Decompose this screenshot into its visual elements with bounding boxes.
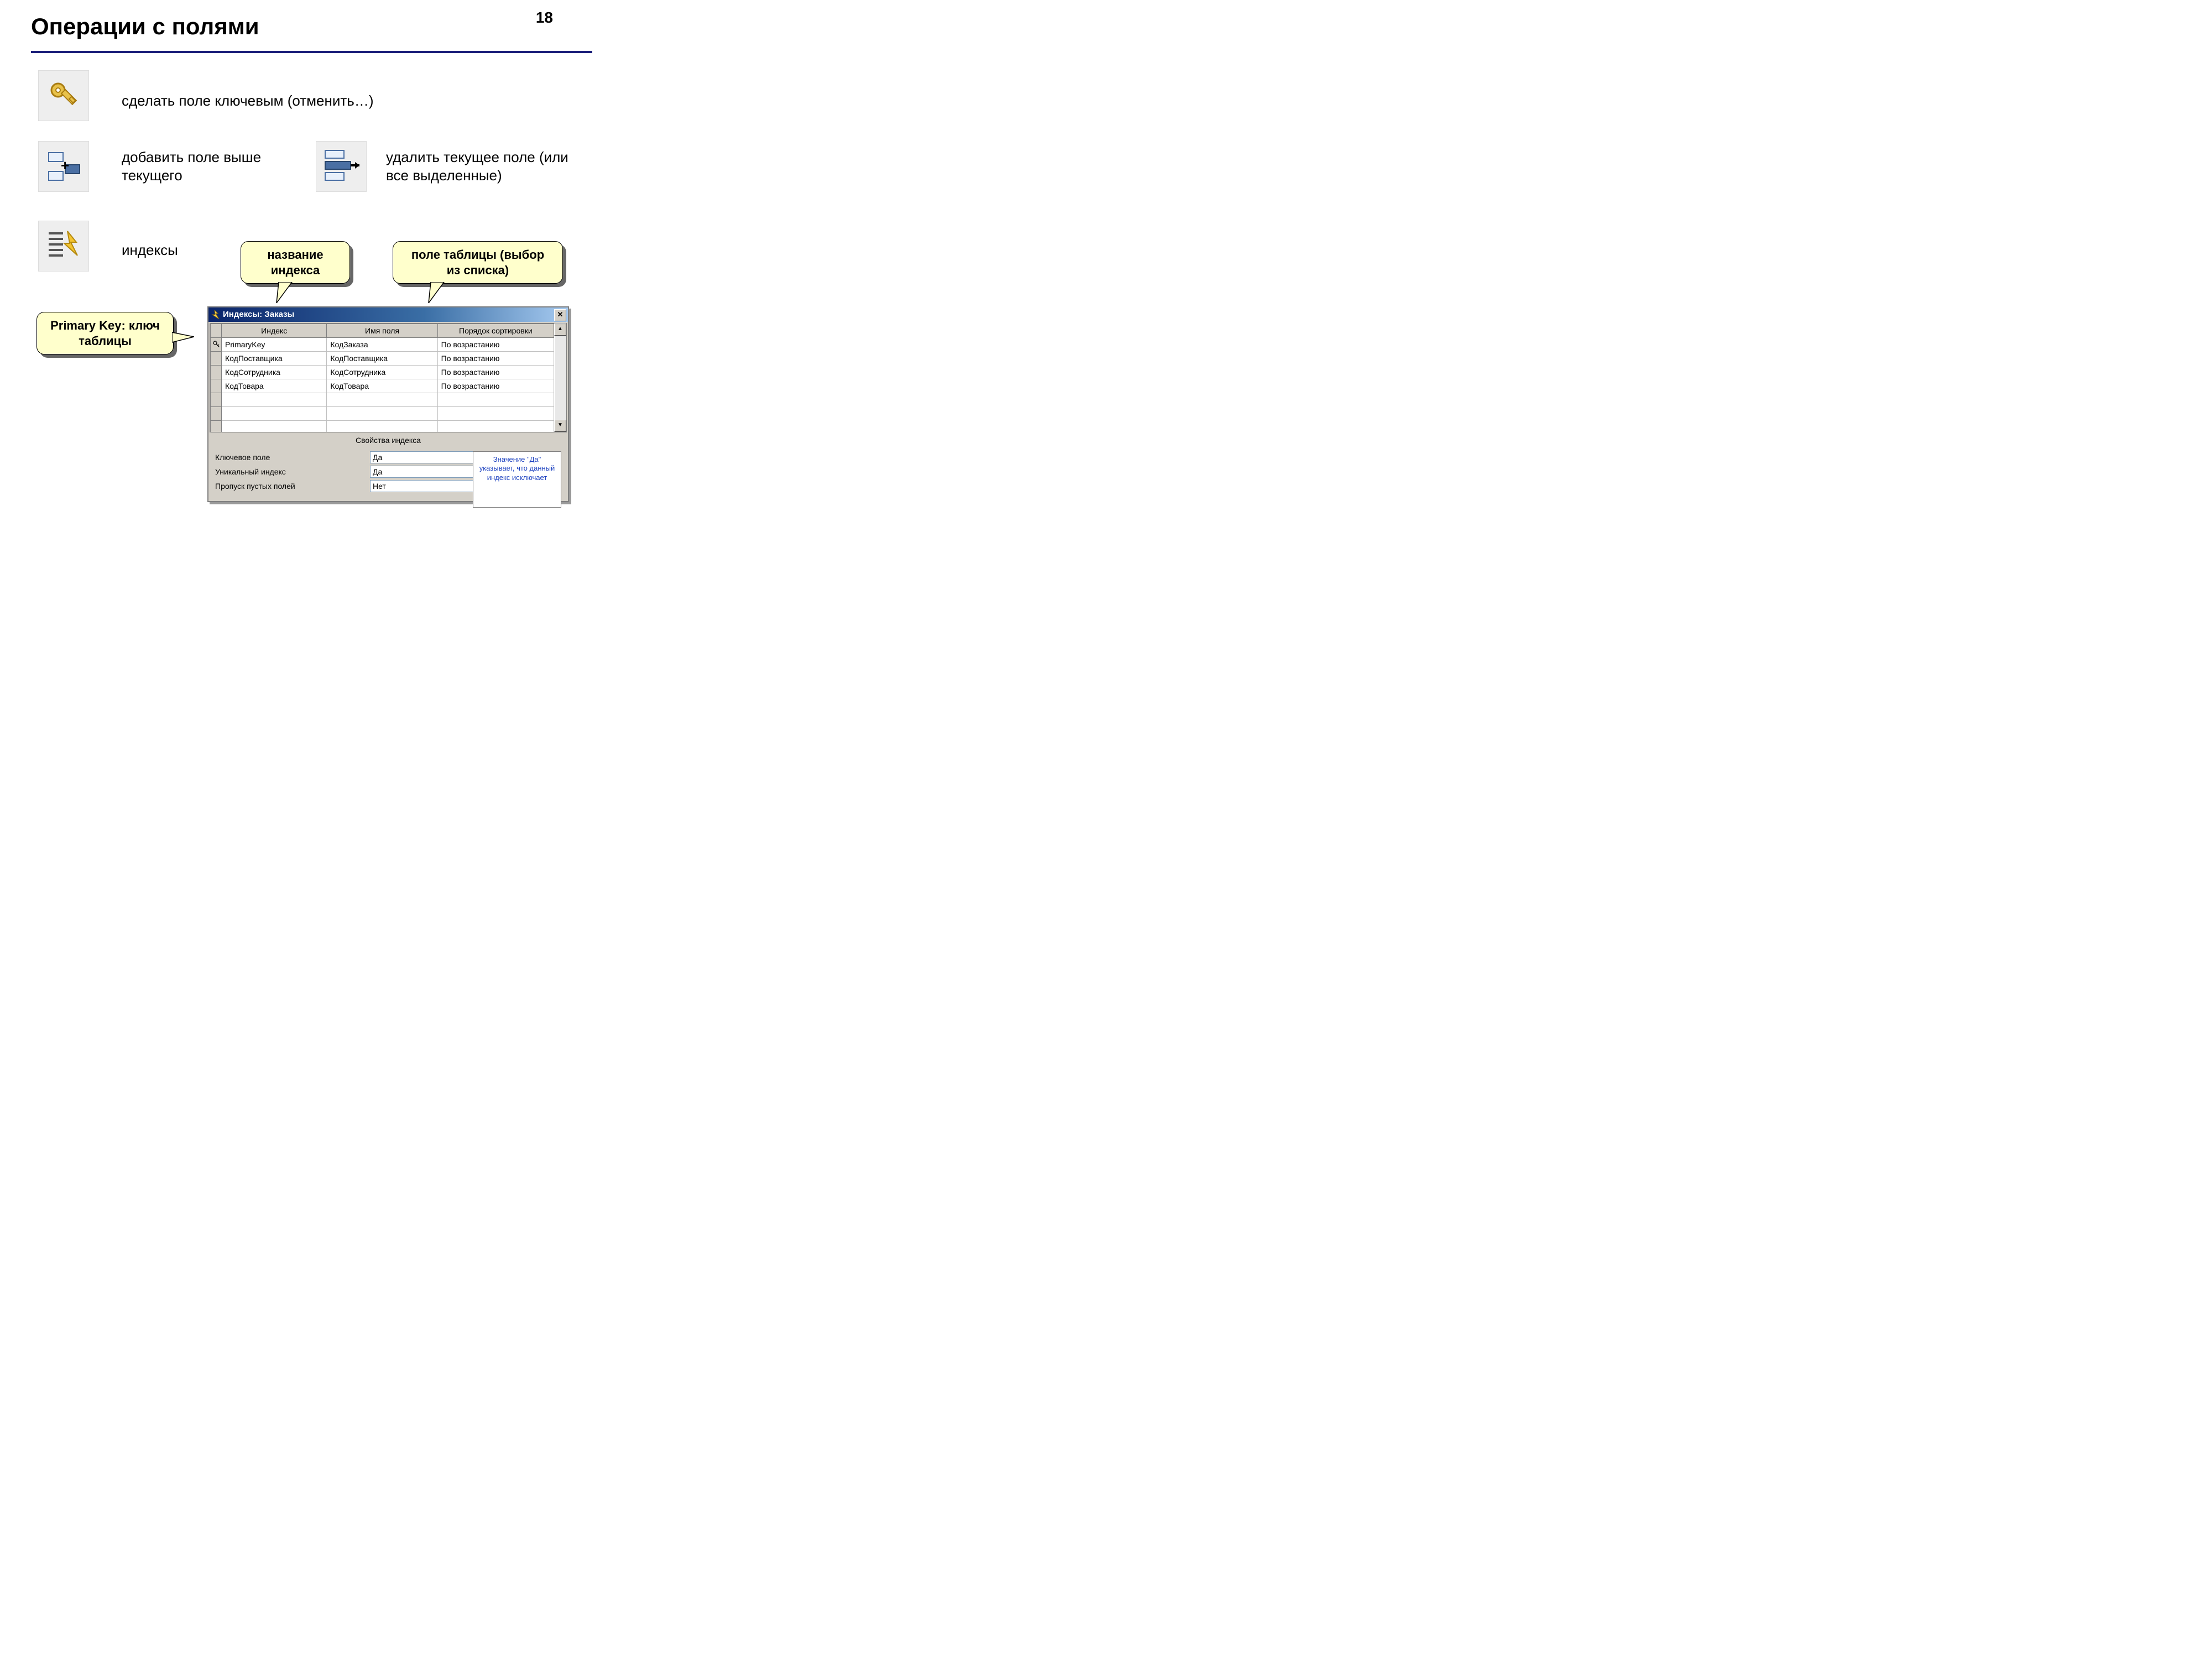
hint-box: Значение "Да" указывает, что данный инде… — [473, 451, 561, 508]
col-index[interactable]: Индекс — [222, 324, 327, 338]
op-delete-label: удалить текущее поле (или все выделенные… — [386, 148, 585, 184]
table-row[interactable] — [211, 421, 554, 433]
table-row[interactable]: КодПоставщикаКодПоставщикаПо возрастанию — [211, 352, 554, 366]
table-row[interactable] — [211, 393, 554, 407]
row-selector[interactable] — [211, 421, 222, 433]
scroll-down-button[interactable]: ▼ — [554, 420, 566, 432]
cell-field[interactable]: КодЗаказа — [327, 338, 437, 352]
cell-index[interactable]: КодПоставщика — [222, 352, 327, 366]
prop-value-input[interactable]: Да — [370, 451, 486, 463]
slide-title: Операции с полями — [31, 13, 259, 40]
cell-index[interactable]: КодТовара — [222, 379, 327, 393]
cell-order[interactable]: По возрастанию — [437, 366, 554, 379]
op-add-above-label: добавить поле выше текущего — [122, 148, 288, 184]
cell-field[interactable]: КодСотрудника — [327, 366, 437, 379]
callout-table-field: поле таблицы (выбор из списка) — [393, 241, 563, 284]
op-indexes-label: индексы — [122, 241, 178, 259]
prop-label: Пропуск пустых полей — [215, 482, 370, 491]
dialog-title: Индексы: Заказы — [223, 310, 294, 319]
cell-field[interactable] — [327, 407, 437, 421]
indexes-dialog: Индексы: Заказы ✕ Индекс Имя поля Порядо… — [207, 306, 569, 502]
indexes-icon[interactable] — [39, 221, 88, 271]
index-grid[interactable]: Индекс Имя поля Порядок сортировки Prima… — [210, 323, 567, 432]
col-order[interactable]: Порядок сортировки — [437, 324, 554, 338]
prop-value-dropdown[interactable]: Нет — [370, 480, 486, 492]
cell-index[interactable] — [222, 407, 327, 421]
cell-field[interactable] — [327, 421, 437, 433]
table-row[interactable]: PrimaryKeyКодЗаказаПо возрастанию — [211, 338, 554, 352]
cell-field[interactable]: КодТовара — [327, 379, 437, 393]
prop-label: Уникальный индекс — [215, 467, 370, 476]
cell-order[interactable]: По возрастанию — [437, 338, 554, 352]
insert-row-icon[interactable]: + — [39, 142, 88, 191]
cell-order[interactable] — [437, 393, 554, 407]
callout-primary-key-text: Primary Key: ключ таблицы — [50, 319, 160, 348]
cell-field[interactable]: КодПоставщика — [327, 352, 437, 366]
cell-index[interactable] — [222, 393, 327, 407]
key-icon[interactable] — [39, 71, 88, 121]
callout-index-name: название индекса — [241, 241, 350, 284]
row-selector[interactable] — [211, 393, 222, 407]
svg-text:+: + — [61, 157, 69, 174]
cell-order[interactable] — [437, 421, 554, 433]
scroll-track[interactable] — [555, 336, 566, 420]
row-selector[interactable] — [211, 352, 222, 366]
callout-table-field-text: поле таблицы (выбор из списка) — [411, 248, 544, 277]
delete-row-icon[interactable] — [316, 142, 366, 191]
callout-primary-key: Primary Key: ключ таблицы — [36, 312, 174, 354]
cell-order[interactable] — [437, 407, 554, 421]
cell-index[interactable] — [222, 421, 327, 433]
table-row[interactable]: КодТовараКодТовараПо возрастанию — [211, 379, 554, 393]
dialog-titlebar[interactable]: Индексы: Заказы ✕ — [208, 307, 568, 322]
prop-label: Ключевое поле — [215, 453, 370, 462]
col-field[interactable]: Имя поля — [327, 324, 437, 338]
row-selector[interactable] — [211, 338, 222, 352]
title-rule — [31, 51, 592, 53]
row-header-blank — [211, 324, 222, 338]
row-selector[interactable] — [211, 379, 222, 393]
props-section-title: Свойства индекса — [208, 434, 568, 448]
row-selector[interactable] — [211, 407, 222, 421]
prop-value-input[interactable]: Да — [370, 466, 486, 478]
cell-field[interactable] — [327, 393, 437, 407]
op-make-key-label: сделать поле ключевым (отменить…) — [122, 92, 373, 110]
row-selector[interactable] — [211, 366, 222, 379]
props-area: Ключевое полеДаУникальный индексДаПропус… — [208, 448, 568, 501]
table-row[interactable]: КодСотрудникаКодСотрудникаПо возрастанию — [211, 366, 554, 379]
callout-index-name-text: название индекса — [267, 248, 323, 277]
bolt-icon — [211, 310, 221, 320]
cell-order[interactable]: По возрастанию — [437, 352, 554, 366]
close-button[interactable]: ✕ — [554, 309, 566, 321]
cell-index[interactable]: КодСотрудника — [222, 366, 327, 379]
page-number: 18 — [536, 9, 553, 27]
scroll-up-button[interactable]: ▲ — [554, 324, 566, 336]
table-row[interactable] — [211, 407, 554, 421]
cell-index[interactable]: PrimaryKey — [222, 338, 327, 352]
cell-order[interactable]: По возрастанию — [437, 379, 554, 393]
